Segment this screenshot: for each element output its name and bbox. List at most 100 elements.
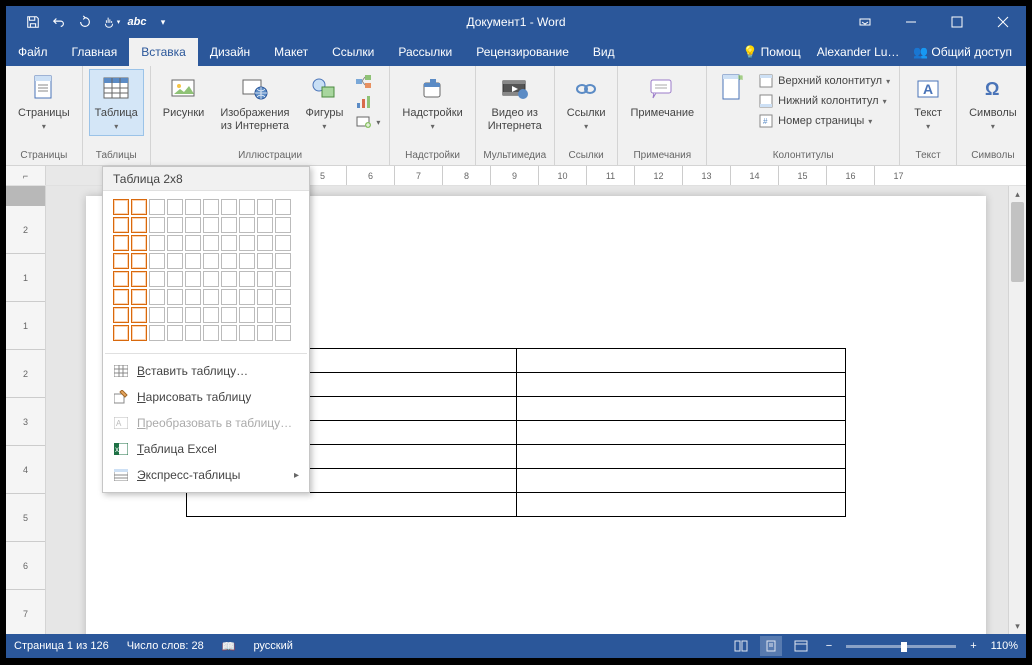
grid-cell[interactable] xyxy=(275,325,291,341)
grid-cell[interactable] xyxy=(113,235,129,251)
tab-view[interactable]: Вид xyxy=(581,38,627,66)
online-video-button[interactable]: Видео из Интернета xyxy=(482,69,548,136)
status-language[interactable]: русский xyxy=(253,640,292,652)
grid-cell[interactable] xyxy=(275,235,291,251)
scroll-down-arrow[interactable]: ▾ xyxy=(1009,618,1026,634)
grid-cell[interactable] xyxy=(203,217,219,233)
grid-cell[interactable] xyxy=(113,271,129,287)
grid-cell[interactable] xyxy=(131,199,147,215)
tab-mailings[interactable]: Рассылки xyxy=(386,38,464,66)
grid-cell[interactable] xyxy=(113,253,129,269)
grid-cell[interactable] xyxy=(167,271,183,287)
grid-cell[interactable] xyxy=(257,235,273,251)
grid-cell[interactable] xyxy=(167,217,183,233)
grid-cell[interactable] xyxy=(131,271,147,287)
grid-cell[interactable] xyxy=(275,253,291,269)
footer-button[interactable]: Нижний колонтитул▾ xyxy=(755,92,893,110)
grid-cell[interactable] xyxy=(203,199,219,215)
grid-cell[interactable] xyxy=(185,307,201,323)
quick-tables-item[interactable]: Экспресс-таблицы ▸ xyxy=(103,462,309,488)
shapes-button[interactable]: Фигуры▾ xyxy=(299,69,349,136)
grid-cell[interactable] xyxy=(149,325,165,341)
chart-button[interactable] xyxy=(353,93,383,111)
read-mode-button[interactable] xyxy=(730,636,752,656)
addins-button[interactable]: Надстройки▾ xyxy=(396,69,468,136)
grid-cell[interactable] xyxy=(239,217,255,233)
spellcheck-button[interactable]: abc xyxy=(124,9,150,35)
comment-button[interactable]: Примечание xyxy=(624,69,700,124)
undo-button[interactable] xyxy=(46,9,72,35)
table-button[interactable]: Таблица▾ xyxy=(89,69,144,136)
grid-cell[interactable] xyxy=(167,325,183,341)
share-button[interactable]: 👥Общий доступ xyxy=(909,45,1016,59)
grid-cell[interactable] xyxy=(257,289,273,305)
grid-cell[interactable] xyxy=(239,253,255,269)
grid-cell[interactable] xyxy=(221,271,237,287)
grid-cell[interactable] xyxy=(239,271,255,287)
grid-cell[interactable] xyxy=(131,307,147,323)
online-pictures-button[interactable]: Изображения из Интернета xyxy=(214,69,295,136)
grid-cell[interactable] xyxy=(203,307,219,323)
grid-cell[interactable] xyxy=(221,307,237,323)
zoom-in-button[interactable]: + xyxy=(964,640,982,652)
ribbon-options-button[interactable] xyxy=(842,6,888,38)
redo-button[interactable] xyxy=(72,9,98,35)
grid-cell[interactable] xyxy=(275,271,291,287)
headerfooter-big-button[interactable] xyxy=(713,69,751,107)
scroll-thumb[interactable] xyxy=(1011,202,1024,282)
grid-cell[interactable] xyxy=(221,217,237,233)
grid-cell[interactable] xyxy=(131,235,147,251)
grid-cell[interactable] xyxy=(167,199,183,215)
insert-table-item[interactable]: Вставить таблицу… xyxy=(103,358,309,384)
smartart-button[interactable] xyxy=(353,73,383,91)
grid-cell[interactable] xyxy=(257,271,273,287)
grid-cell[interactable] xyxy=(221,235,237,251)
grid-cell[interactable] xyxy=(131,253,147,269)
status-words[interactable]: Число слов: 28 xyxy=(127,640,204,652)
qat-customize-button[interactable]: ▾ xyxy=(150,9,176,35)
grid-cell[interactable] xyxy=(149,235,165,251)
grid-cell[interactable] xyxy=(239,289,255,305)
grid-cell[interactable] xyxy=(149,271,165,287)
grid-cell[interactable] xyxy=(239,325,255,341)
grid-cell[interactable] xyxy=(113,289,129,305)
grid-cell[interactable] xyxy=(113,325,129,341)
grid-cell[interactable] xyxy=(113,199,129,215)
table-size-grid[interactable] xyxy=(103,191,309,349)
grid-cell[interactable] xyxy=(185,253,201,269)
tab-file[interactable]: Файл xyxy=(6,38,60,66)
grid-cell[interactable] xyxy=(167,253,183,269)
zoom-slider[interactable] xyxy=(846,645,956,648)
grid-cell[interactable] xyxy=(131,325,147,341)
tab-insert[interactable]: Вставка xyxy=(129,38,198,66)
grid-cell[interactable] xyxy=(149,307,165,323)
spellcheck-status-icon[interactable]: 📖 xyxy=(222,640,236,653)
save-button[interactable] xyxy=(20,9,46,35)
grid-cell[interactable] xyxy=(221,253,237,269)
ruler-vertical[interactable]: 211234567 xyxy=(6,186,46,634)
scroll-up-arrow[interactable]: ▴ xyxy=(1009,186,1026,202)
grid-cell[interactable] xyxy=(257,217,273,233)
grid-cell[interactable] xyxy=(203,325,219,341)
grid-cell[interactable] xyxy=(167,289,183,305)
zoom-level[interactable]: 110% xyxy=(991,640,1018,652)
grid-cell[interactable] xyxy=(203,271,219,287)
grid-cell[interactable] xyxy=(149,217,165,233)
user-account[interactable]: Alexander Lu… xyxy=(813,45,904,59)
grid-cell[interactable] xyxy=(257,199,273,215)
screenshot-button[interactable]: ▾ xyxy=(353,113,383,131)
maximize-button[interactable] xyxy=(934,6,980,38)
minimize-button[interactable] xyxy=(888,6,934,38)
grid-cell[interactable] xyxy=(113,307,129,323)
symbols-button[interactable]: Ω Символы▾ xyxy=(963,69,1023,136)
grid-cell[interactable] xyxy=(257,253,273,269)
grid-cell[interactable] xyxy=(203,289,219,305)
status-page[interactable]: Страница 1 из 126 xyxy=(14,640,109,652)
grid-cell[interactable] xyxy=(185,325,201,341)
grid-cell[interactable] xyxy=(275,289,291,305)
grid-cell[interactable] xyxy=(203,253,219,269)
print-layout-button[interactable] xyxy=(760,636,782,656)
close-button[interactable] xyxy=(980,6,1026,38)
grid-cell[interactable] xyxy=(275,199,291,215)
tab-review[interactable]: Рецензирование xyxy=(464,38,581,66)
